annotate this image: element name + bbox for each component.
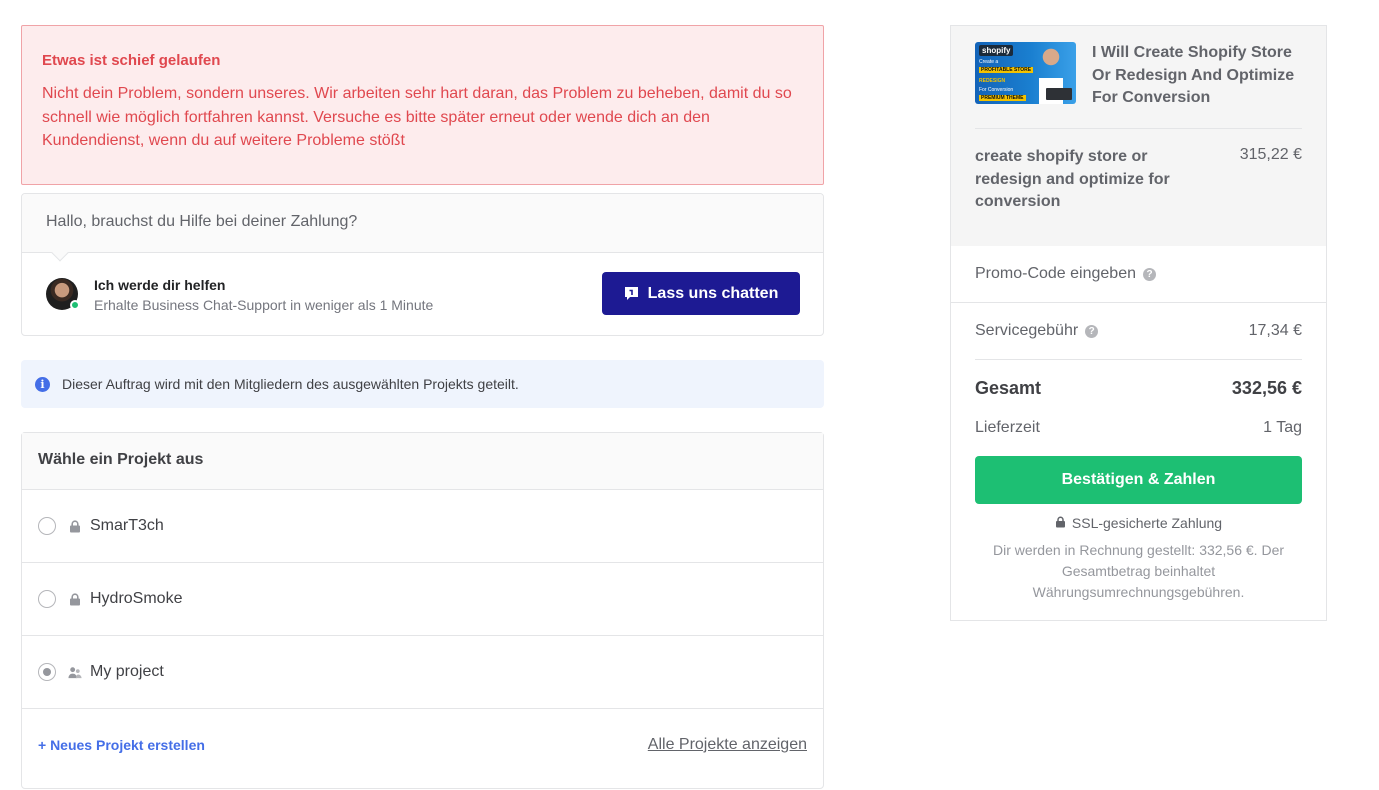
- error-title: Etwas ist schief gelaufen: [42, 52, 221, 69]
- service-fee-label: Servicegebühr: [975, 322, 1079, 339]
- order-summary: shopify Create a PROFITABLE STORE REDESI…: [950, 25, 1327, 621]
- show-all-projects-link[interactable]: Alle Projekte anzeigen: [648, 736, 807, 754]
- summary-top: shopify Create a PROFITABLE STORE REDESI…: [951, 26, 1326, 246]
- lock-icon: [68, 592, 82, 606]
- confirm-pay-button[interactable]: Bestätigen & Zahlen: [975, 456, 1302, 504]
- project-radio[interactable]: [38, 517, 56, 535]
- project-heading: Wähle ein Projekt aus: [22, 433, 823, 490]
- service-fee-value: 17,34 €: [1248, 322, 1302, 339]
- help-body: Ich werde dir helfen Erhalte Business Ch…: [22, 253, 823, 335]
- ssl-notice: SSL-gesicherte Zahlung: [951, 515, 1326, 531]
- info-icon: i: [35, 376, 50, 392]
- lock-icon: [1055, 515, 1066, 531]
- package-price: 315,22 €: [1239, 146, 1302, 163]
- package-row: create shopify store or redesign and opt…: [975, 129, 1302, 214]
- thumbnail-text: For Conversion: [979, 87, 1014, 93]
- chat-button[interactable]: Lass uns chatten: [602, 272, 800, 315]
- help-question: Hallo, brauchst du Hilfe bei deiner Zahl…: [46, 213, 358, 230]
- thumbnail-text: Create a: [979, 59, 999, 65]
- delivery-row: Lieferzeit 1 Tag: [975, 417, 1302, 439]
- total-row: Gesamt 332,56 €: [975, 360, 1302, 417]
- info-text: Dieser Auftrag wird mit den Mitgliedern …: [62, 376, 519, 392]
- users-icon: [68, 665, 82, 679]
- project-name: SmarT3ch: [90, 517, 164, 534]
- online-status-dot: [70, 300, 80, 310]
- project-radio-selected[interactable]: [38, 663, 56, 681]
- package-name: create shopify store or redesign and opt…: [975, 148, 1170, 210]
- project-option-hydrosmoke[interactable]: HydroSmoke: [22, 563, 823, 636]
- project-selector: Wähle ein Projekt aus SmarT3ch HydroSmok…: [21, 432, 824, 789]
- thumbnail-logo: shopify: [979, 45, 1014, 56]
- error-message: Nicht dein Problem, sondern unseres. Wir…: [42, 85, 792, 149]
- promo-code-toggle[interactable]: Promo-Code eingeben ?: [951, 246, 1326, 303]
- chat-button-label: Lass uns chatten: [647, 284, 779, 302]
- delivery-label: Lieferzeit: [975, 419, 1040, 436]
- delivery-value: 1 Tag: [1263, 419, 1302, 436]
- avatar: [46, 278, 80, 310]
- total-value: 332,56 €: [1231, 378, 1302, 398]
- payment-help-card: Hallo, brauchst du Hilfe bei deiner Zahl…: [21, 193, 824, 336]
- billing-note: Dir werden in Rechnung gestellt: 332,56 …: [992, 542, 1285, 600]
- thumbnail-laptop: [1046, 88, 1072, 100]
- info-banner: i Dieser Auftrag wird mit den Mitglieder…: [21, 360, 824, 408]
- total-label: Gesamt: [975, 378, 1042, 398]
- project-option-my-project[interactable]: My project: [22, 636, 823, 709]
- project-name: My project: [90, 663, 164, 680]
- ssl-text: SSL-gesicherte Zahlung: [1071, 515, 1223, 531]
- project-name: HydroSmoke: [90, 590, 183, 607]
- lock-icon: [68, 519, 82, 533]
- project-option-smart3ch[interactable]: SmarT3ch: [22, 490, 823, 563]
- thumbnail-text: REDESIGN: [979, 78, 1006, 84]
- new-project-link[interactable]: + Neues Projekt erstellen: [38, 737, 205, 753]
- help-icon[interactable]: ?: [1143, 267, 1156, 281]
- help-agent-title: Ich werde dir helfen: [94, 277, 226, 293]
- gig-thumbnail[interactable]: shopify Create a PROFITABLE STORE REDESI…: [975, 42, 1076, 104]
- gig-header: shopify Create a PROFITABLE STORE REDESI…: [975, 42, 1302, 129]
- gig-title[interactable]: I Will Create Shopify Store Or Redesign …: [1092, 42, 1302, 128]
- thumbnail-text: PROFITABLE STORE: [979, 67, 1034, 73]
- service-fee-row: Servicegebühr ? 17,34 €: [975, 303, 1302, 360]
- project-radio[interactable]: [38, 590, 56, 608]
- error-alert: Etwas ist schief gelaufen Nicht dein Pro…: [21, 25, 824, 185]
- help-agent-subtitle: Erhalte Business Chat-Support in weniger…: [94, 297, 434, 313]
- thumbnail-text: PREMIUM THEME: [979, 95, 1026, 101]
- help-header: Hallo, brauchst du Hilfe bei deiner Zahl…: [22, 194, 823, 262]
- promo-label: Promo-Code eingeben: [975, 265, 1136, 282]
- project-footer: + Neues Projekt erstellen Alle Projekte …: [22, 709, 823, 781]
- chat-icon: [624, 286, 639, 301]
- help-icon[interactable]: ?: [1085, 324, 1099, 338]
